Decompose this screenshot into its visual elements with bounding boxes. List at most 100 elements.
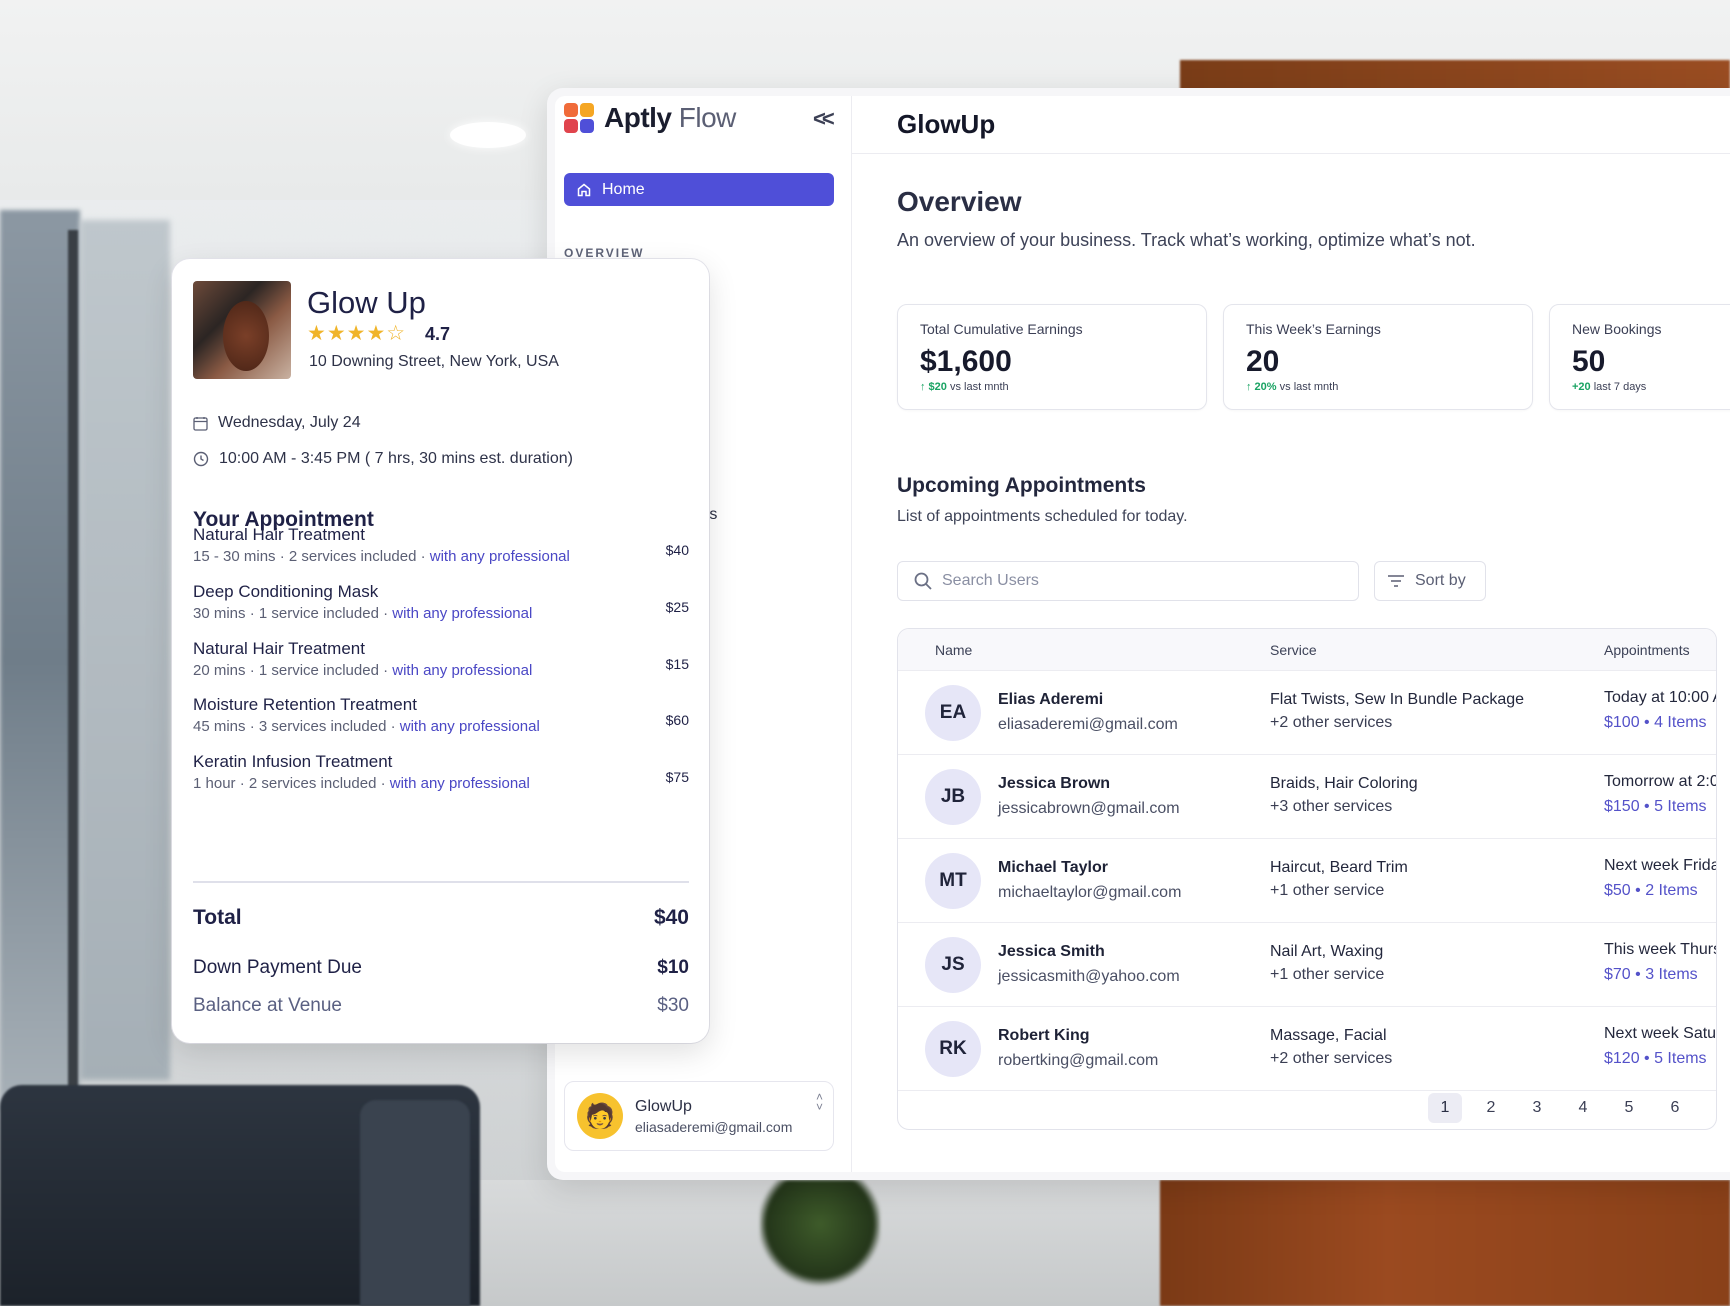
appointment-date-text: Wednesday, July 24 <box>218 414 361 431</box>
table-row[interactable]: RK Robert King robertking@gmail.com Massage… <box>898 1007 1716 1091</box>
service-meta-text: 45 mins · 3 services included · <box>193 718 400 735</box>
service-meta-text: 1 hour · 2 services included · <box>193 775 390 792</box>
stat-label: Total Cumulative Earnings <box>920 321 1083 337</box>
sort-button[interactable]: Sort by <box>1374 561 1486 601</box>
service-meta: 30 mins · 1 service included · with any … <box>193 605 689 622</box>
service-names: Braids, Hair Coloring <box>1270 775 1418 792</box>
professional-link[interactable]: with any professional <box>430 548 570 565</box>
column-header-appointments[interactable]: Appointments <box>1604 642 1690 658</box>
service-more: +1 other service <box>1270 966 1385 983</box>
appointment-date: Wednesday, July 24 <box>193 414 361 432</box>
avatar-initials: RK <box>925 1021 981 1077</box>
appointments-table: Name Service Appointments EA Elias Aderem… <box>897 628 1717 1130</box>
service-names: Massage, Facial <box>1270 1027 1387 1044</box>
balance-value: $30 <box>657 995 689 1016</box>
service-price: $25 <box>665 599 689 615</box>
stat-card-total-earnings: Total Cumulative Earnings $1,600 ↑ $20 v… <box>897 304 1207 410</box>
account-switcher[interactable]: 🧑 GlowUp eliasaderemi@gmail.com ˄ ˅ <box>564 1081 834 1151</box>
avatar-initials: EA <box>925 685 981 741</box>
page-button-3[interactable]: 3 <box>1520 1093 1554 1123</box>
clock-icon <box>193 451 209 467</box>
brand-name-bold: Aptly <box>604 102 672 133</box>
customer-name: Michael Taylor <box>998 859 1108 876</box>
total-row: Total $40 <box>193 906 689 930</box>
service-meta: 1 hour · 2 services included · with any … <box>193 775 689 792</box>
appointment-time-text: 10:00 AM - 3:45 PM ( 7 hrs, 30 mins est.… <box>219 450 573 467</box>
column-header-service[interactable]: Service <box>1270 642 1317 658</box>
professional-link[interactable]: with any professional <box>392 662 532 679</box>
page-button-2[interactable]: 2 <box>1474 1093 1508 1123</box>
overview-title: Overview <box>897 186 1022 217</box>
down-payment-value: $10 <box>657 957 689 978</box>
service-more: +2 other services <box>1270 1050 1393 1067</box>
service-item: Natural Hair Treatment 15 - 30 mins · 2 s… <box>193 525 689 565</box>
chevron-up-down-icon[interactable]: ˄ ˅ <box>816 1091 823 1113</box>
customer-name: Robert King <box>998 1027 1090 1044</box>
service-meta: 45 mins · 3 services included · with any… <box>193 718 689 735</box>
service-item: Natural Hair Treatment 20 mins · 1 servic… <box>193 639 689 679</box>
search-input[interactable] <box>942 572 1322 590</box>
table-row[interactable]: JB Jessica Brown jessicabrown@gmail.com Bra… <box>898 755 1716 839</box>
stat-delta-suffix: last 7 days <box>1590 381 1647 393</box>
appointment-when: Next week Frida <box>1604 857 1717 874</box>
appointment-detail: $100 • 4 Items <box>1604 714 1707 731</box>
customer-email: jessicabrown@gmail.com <box>998 800 1180 817</box>
brand-name-light: Flow <box>678 102 737 133</box>
service-names: Haircut, Beard Trim <box>1270 859 1408 876</box>
double-chevron-left-icon[interactable]: << <box>813 106 835 132</box>
main-content: GlowUp Overview An overview of your busi… <box>852 96 1730 1172</box>
overview-subtitle: An overview of your business. Track what… <box>897 230 1476 250</box>
appointment-when: Next week Satu <box>1604 1025 1717 1042</box>
page-button-5[interactable]: 5 <box>1612 1093 1646 1123</box>
booking-summary-card: Glow Up ★★★★☆ 4.7 10 Downing Street, New… <box>172 259 709 1043</box>
total-value: $40 <box>653 906 689 929</box>
page-button-1[interactable]: 1 <box>1428 1093 1462 1123</box>
total-label: Total <box>193 906 242 929</box>
service-item: Moisture Retention Treatment 45 mins · 3 … <box>193 695 689 735</box>
table-row[interactable]: JS Jessica Smith jessicasmith@yahoo.com Nai… <box>898 923 1716 1007</box>
stat-delta-suffix: vs last mnth <box>1276 381 1339 393</box>
appointment-detail: $120 • 5 Items <box>1604 1050 1707 1067</box>
appointment-when: Today at 10:00 A <box>1604 689 1717 706</box>
service-price: $60 <box>665 712 689 728</box>
page-button-6[interactable]: 6 <box>1658 1093 1692 1123</box>
service-title: Deep Conditioning Mask <box>193 582 379 601</box>
customer-name: Elias Aderemi <box>998 691 1104 708</box>
pagination: 123456 <box>1428 1093 1692 1123</box>
sidebar-item-home-label: Home <box>602 180 645 198</box>
service-more: +2 other services <box>1270 714 1393 731</box>
stat-delta: ↑ $20 vs last mnth <box>920 381 1184 393</box>
stat-value: $1,600 <box>920 345 1012 378</box>
table-header: Name Service Appointments <box>898 629 1716 671</box>
page-button-4[interactable]: 4 <box>1566 1093 1600 1123</box>
avatar-initials: MT <box>925 853 981 909</box>
sidebar-item-home[interactable]: Home <box>564 173 834 206</box>
table-row[interactable]: MT Michael Taylor michaeltaylor@gmail.com H… <box>898 839 1716 923</box>
stat-label: New Bookings <box>1572 321 1662 337</box>
customer-email: eliasaderemi@gmail.com <box>998 716 1178 733</box>
aptly-logo-icon <box>564 103 594 133</box>
professional-link[interactable]: with any professional <box>390 775 530 792</box>
page-title: GlowUp <box>897 109 996 139</box>
service-title: Natural Hair Treatment <box>193 639 365 658</box>
star-rating-icon: ★★★★☆ <box>307 322 407 345</box>
down-payment-row: Down Payment Due $10 <box>193 957 689 979</box>
customer-email: robertking@gmail.com <box>998 1052 1159 1069</box>
service-item: Deep Conditioning Mask 30 mins · 1 servic… <box>193 582 689 622</box>
column-header-name[interactable]: Name <box>935 642 972 658</box>
balance-row: Balance at Venue $30 <box>193 995 689 1017</box>
home-icon <box>577 183 591 196</box>
customer-name: Jessica Brown <box>998 775 1111 792</box>
customer-name: Jessica Smith <box>998 943 1105 960</box>
search-box <box>897 561 1359 601</box>
professional-link[interactable]: with any professional <box>392 605 532 622</box>
top-bar: GlowUp <box>852 96 1730 154</box>
brand-name: Aptly Flow <box>604 102 736 134</box>
table-row[interactable]: EA Elias Aderemi eliasaderemi@gmail.com Fla… <box>898 671 1716 755</box>
stat-value: 20 <box>1246 345 1280 378</box>
customer-email: jessicasmith@yahoo.com <box>998 968 1180 985</box>
appointments-title: Upcoming Appointments <box>897 474 1146 497</box>
appointment-detail: $150 • 5 Items <box>1604 798 1707 815</box>
stat-card-new-bookings: New Bookings 50 +20 last 7 days <box>1549 304 1730 410</box>
professional-link[interactable]: with any professional <box>400 718 540 735</box>
